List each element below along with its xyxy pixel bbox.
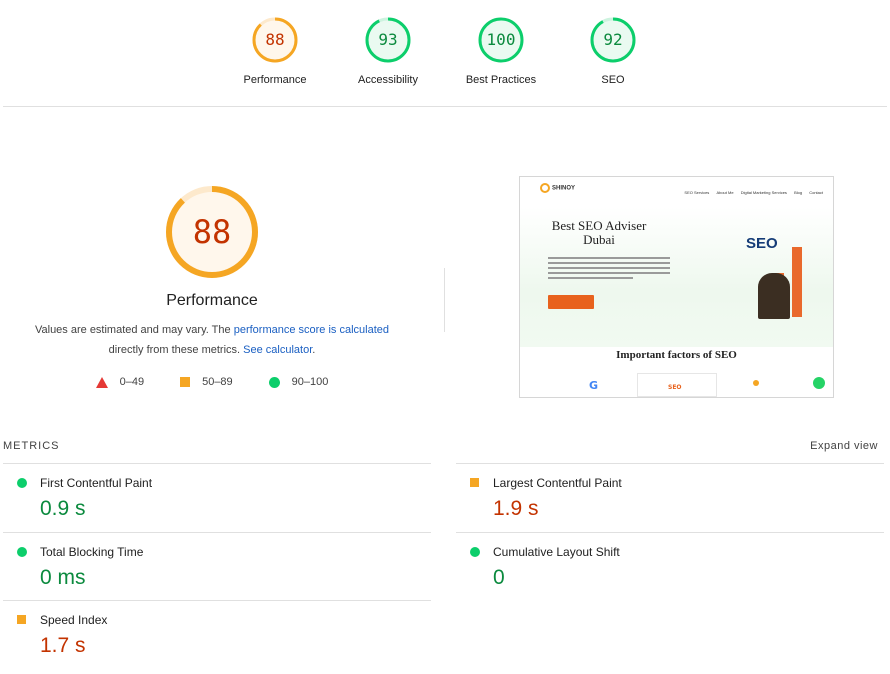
gauge-score: 100 (486, 30, 516, 49)
section-title: Important factors of SEO (616, 349, 737, 361)
gauge-ring: 88 (251, 16, 299, 64)
site-logo: SHINOY (540, 183, 575, 193)
gauge-ring: 93 (364, 16, 412, 64)
gauge-score: 92 (603, 30, 623, 49)
circle-icon (470, 547, 480, 557)
circle-icon (17, 478, 27, 488)
performance-score-link[interactable]: performance score is calculated (234, 324, 389, 336)
menu-item: SEO Services (684, 190, 710, 195)
growth-arrow (792, 247, 802, 317)
divider (444, 268, 445, 332)
gauge-label: SEO (601, 74, 625, 86)
svg-text:SEO: SEO (668, 384, 682, 391)
person-image (758, 273, 790, 319)
svg-text:G: G (589, 379, 598, 392)
score-summary: 88 Performance 93 Accessibility 100 Best… (0, 0, 890, 106)
legend-label: 0–49 (119, 376, 145, 388)
performance-score: 88 (192, 213, 232, 251)
legend-poor: 0–49 (95, 376, 145, 388)
gauge-score: 88 (265, 30, 285, 49)
metric-name: Speed Index (40, 613, 108, 627)
circle-icon (17, 547, 27, 557)
divider (3, 106, 887, 107)
metric-name: Total Blocking Time (40, 545, 144, 559)
gauge-best-practices[interactable]: 100 Best Practices (446, 16, 556, 86)
score-legend: 0–49 50–89 90–100 (0, 376, 424, 388)
metric-cumulative-layout-shift: Cumulative Layout Shift 0 (456, 532, 884, 601)
metric-speed-index: Speed Index 1.7 s (3, 600, 431, 669)
square-icon (17, 615, 26, 624)
menu-item: Digital Marketing Services (740, 190, 787, 195)
legend-label: 90–100 (291, 376, 329, 388)
gauge-label: Accessibility (358, 74, 418, 86)
site-header: SHINOY SEO Services About Me Digital Mar… (520, 177, 833, 207)
menu-item: Contact (809, 190, 823, 195)
logo-icon (540, 183, 550, 193)
site-menu: SEO Services About Me Digital Marketing … (678, 190, 823, 195)
gauge-performance[interactable]: 88 Performance (220, 16, 330, 86)
logo-text: SHINOY (552, 185, 576, 192)
metric-value: 0 (493, 566, 505, 589)
hero-title: Best SEO Adviser Dubai (551, 218, 647, 247)
hero-button (548, 295, 594, 309)
square-icon (180, 377, 191, 387)
metric-value: 0.9 s (40, 497, 86, 520)
performance-gauge: 88 (164, 184, 260, 280)
triangle-icon (95, 376, 108, 388)
legend-label: 50–89 (202, 376, 233, 388)
gauge-ring: 92 (589, 16, 637, 64)
metric-value: 1.7 s (40, 634, 86, 657)
gauge-label: Performance (243, 74, 307, 86)
whatsapp-icon (813, 377, 825, 389)
hero-paragraph (548, 257, 670, 285)
menu-item: Blog (794, 190, 803, 195)
gauge-ring: 100 (477, 16, 525, 64)
metric-name: Cumulative Layout Shift (493, 545, 620, 559)
legend-good: 90–100 (268, 376, 329, 388)
circle-icon (268, 376, 280, 388)
performance-description: Values are estimated and may vary. The p… (0, 320, 424, 360)
factor-cards: G SEO (520, 371, 833, 397)
metric-first-contentful-paint: First Contentful Paint 0.9 s (3, 463, 431, 532)
metric-total-blocking-time: Total Blocking Time 0 ms (3, 532, 431, 601)
gauge-score: 93 (378, 30, 398, 49)
metric-value: 1.9 s (493, 497, 539, 520)
metric-name: First Contentful Paint (40, 476, 153, 490)
calculator-link[interactable]: See calculator (243, 344, 312, 356)
performance-title: Performance (166, 292, 258, 309)
legend-average: 50–89 (180, 376, 233, 388)
metric-name: Largest Contentful Paint (493, 476, 622, 490)
final-screenshot[interactable]: SHINOY SEO Services About Me Digital Mar… (519, 176, 834, 398)
gauge-seo[interactable]: 92 SEO (558, 16, 668, 86)
factor-card: G (556, 373, 636, 397)
factor-card (720, 373, 800, 397)
desc-text: Values are estimated and may vary. The (34, 324, 234, 336)
metrics-heading: METRICS (3, 440, 60, 452)
square-icon (470, 478, 479, 487)
desc-text: . (312, 344, 316, 356)
gauge-label: Best Practices (465, 74, 537, 86)
expand-view-toggle[interactable]: Expand view (810, 440, 878, 452)
metric-value: 0 ms (40, 566, 86, 589)
desc-text: directly from these metrics. (108, 344, 244, 356)
gauge-accessibility[interactable]: 93 Accessibility (333, 16, 443, 86)
factor-card: SEO (637, 373, 717, 397)
performance-summary: 88 Performance Values are estimated and … (0, 180, 424, 388)
seo-graphic: SEO (746, 235, 778, 252)
metric-largest-contentful-paint: Largest Contentful Paint 1.9 s (456, 463, 884, 532)
menu-item: About Me (716, 190, 734, 195)
